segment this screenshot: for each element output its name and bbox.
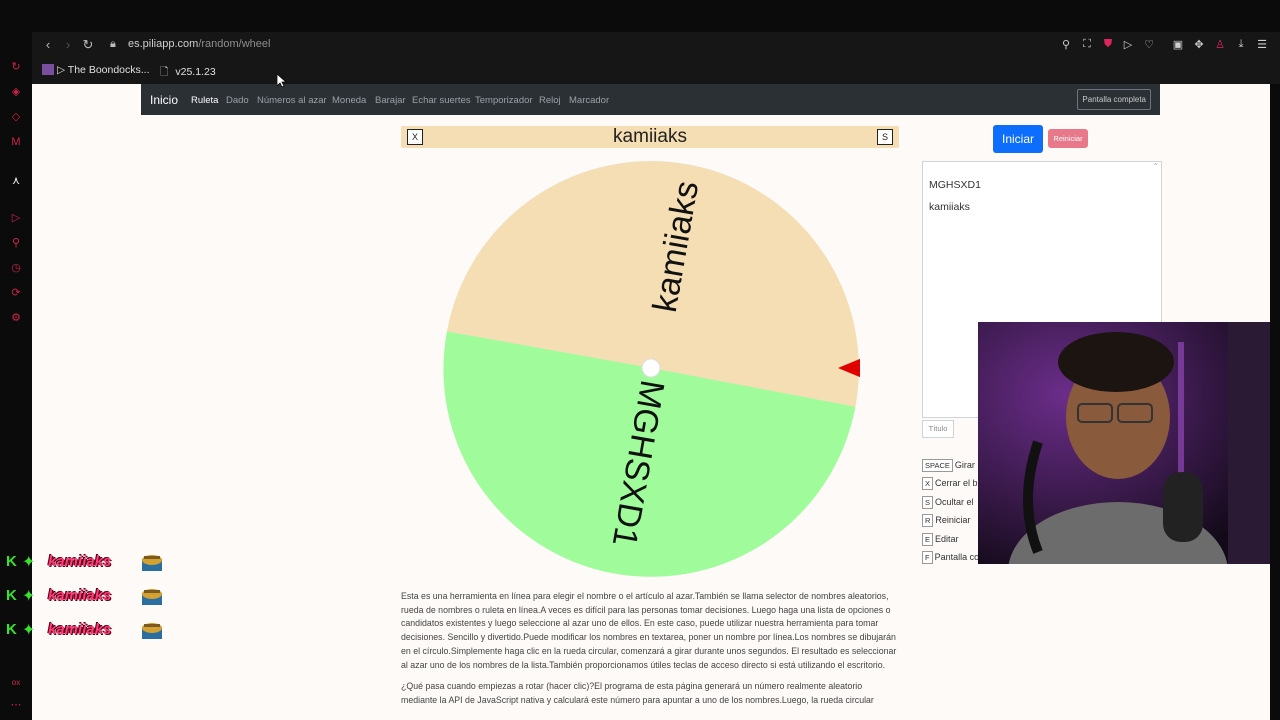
nav-link-temporizador[interactable]: Temporizador [475, 95, 533, 106]
chat-username: kamiiaks [48, 621, 112, 638]
arrow-icon: ✦ [22, 554, 36, 571]
back-icon[interactable]: ‹ [40, 37, 56, 52]
chat-username: kamiiaks [48, 587, 112, 604]
fullscreen-button[interactable]: Pantalla completa [1077, 89, 1151, 110]
wheel-title-bar: X kamiiaks S [401, 126, 899, 148]
nav-link-numeros[interactable]: Números al azar [257, 95, 327, 106]
bookmarks-bar: ▷ The Boondocks... 🗋︎ v25.1.23 [32, 60, 1280, 82]
file-icon: 🗋︎ [160, 66, 169, 78]
url-bar[interactable]: es.piliapp.com/random/wheel [128, 38, 270, 50]
play-icon[interactable]: ▷ [9, 211, 23, 225]
start-button[interactable]: Iniciar [993, 125, 1043, 153]
emote-icon [142, 623, 162, 639]
chat-badge: K [6, 621, 17, 638]
refresh-icon[interactable]: ⟳ [9, 286, 23, 300]
shortcut-e: E Editar [922, 533, 959, 546]
nav-link-barajar[interactable]: Barajar [375, 95, 406, 106]
description-paragraph: ¿Qué pasa cuando empiezas a rotar (hacer… [401, 681, 874, 705]
extensions-icon[interactable]: ✥ [1191, 38, 1207, 51]
chat-badge: K [6, 587, 17, 604]
more-icon[interactable]: ⋯ [9, 698, 23, 712]
shortcut-s: S Ocultar el [922, 496, 974, 509]
bookmark-boondocks[interactable]: ▷ The Boondocks... [42, 64, 150, 76]
nav-link-reloj[interactable]: Reloj [539, 95, 561, 106]
shortcut-r: R Reiniciar [922, 514, 970, 527]
wheel-title: kamiiaks [613, 126, 687, 147]
shortcut-f: F Pantalla co [922, 551, 979, 564]
shortcut-x: X Cerrar el b [922, 477, 978, 490]
site-navbar: Inicio Ruleta Dado Números al azar Moned… [141, 84, 1160, 115]
description-paragraph: Esta es una herramienta en línea para el… [401, 591, 897, 670]
s-title-button[interactable]: S [877, 129, 893, 145]
chat-badge: K [6, 553, 17, 570]
chat-username: kamiiaks [48, 553, 112, 570]
heart-icon[interactable]: ♡ [1141, 38, 1157, 51]
nav-brand[interactable]: Inicio [150, 93, 178, 107]
history-icon[interactable]: ↻ [9, 60, 23, 74]
reload-icon[interactable]: ↻ [80, 37, 96, 53]
download-icon[interactable]: ⤓ [1233, 38, 1249, 51]
shortcut-space: SPACE Girar [922, 459, 975, 472]
app-icon[interactable]: ⋏ [9, 174, 23, 188]
settings-icon[interactable]: ⚙ [9, 311, 23, 325]
title-input[interactable]: Título [922, 420, 954, 438]
browser-toolbar: ‹ › ↻ 🔒︎ es.piliapp.com/random/wheel ⚲ ⛶… [32, 32, 1280, 84]
nav-link-moneda[interactable]: Moneda [332, 95, 366, 106]
arrow-icon: ✦ [22, 588, 36, 605]
emote-icon [142, 555, 162, 571]
send-icon[interactable]: ▷ [1120, 38, 1136, 51]
spin-wheel[interactable]: kamiiaks MGHSXD1 [442, 159, 860, 577]
pin-icon[interactable]: ⚲ [1058, 38, 1074, 51]
clock-icon[interactable]: ◷ [9, 261, 23, 275]
name-entry: MGHSXD1 [929, 179, 981, 191]
nav-link-dado[interactable]: Dado [226, 95, 249, 106]
menu-icon[interactable]: ☰ [1254, 38, 1270, 51]
reset-button[interactable]: Reiniciar [1048, 129, 1088, 148]
cursor-icon [277, 74, 287, 88]
nav-link-ruleta[interactable]: Ruleta [191, 95, 218, 106]
forward-icon[interactable]: › [60, 37, 76, 52]
emote-icon [142, 589, 162, 605]
browser-sidebar: ↻ ◈ ◇ M ⋏ ▷ ⚲ ◷ ⟳ ⚙ ox ⋯ [0, 32, 32, 720]
arrow-icon: ✦ [22, 622, 36, 639]
streamer-video [978, 322, 1270, 564]
scroll-up-icon[interactable]: ⌃ [1152, 162, 1159, 171]
pin-icon[interactable]: ⚲ [9, 236, 23, 250]
nav-link-marcador[interactable]: Marcador [569, 95, 609, 106]
mx-icon[interactable]: ox [9, 676, 23, 690]
shield-icon[interactable]: ⛊ [1100, 38, 1116, 51]
nav-link-echar-suertes[interactable]: Echar suertes [412, 95, 471, 106]
account-icon[interactable]: ♙ [1212, 38, 1228, 51]
name-entry: kamiiaks [929, 201, 970, 213]
description: Esta es una herramienta en línea para el… [401, 590, 899, 716]
wheel-center-knob[interactable] [641, 358, 661, 378]
lock-icon[interactable]: 🔒︎ [110, 38, 116, 51]
tag-icon[interactable]: ◇ [9, 110, 23, 124]
sidebar-icon[interactable]: ▣ [1170, 38, 1186, 51]
bookmark-favicon-icon [42, 64, 54, 75]
bookmark-version[interactable]: 🗋︎ v25.1.23 [160, 64, 216, 82]
screenshot-icon[interactable]: ⛶ [1079, 38, 1095, 51]
ai-icon[interactable]: ◈ [9, 85, 23, 99]
webcam-overlay [978, 322, 1270, 564]
mail-icon[interactable]: M [9, 135, 23, 149]
address-row: ‹ › ↻ 🔒︎ es.piliapp.com/random/wheel ⚲ ⛶… [32, 32, 1280, 58]
